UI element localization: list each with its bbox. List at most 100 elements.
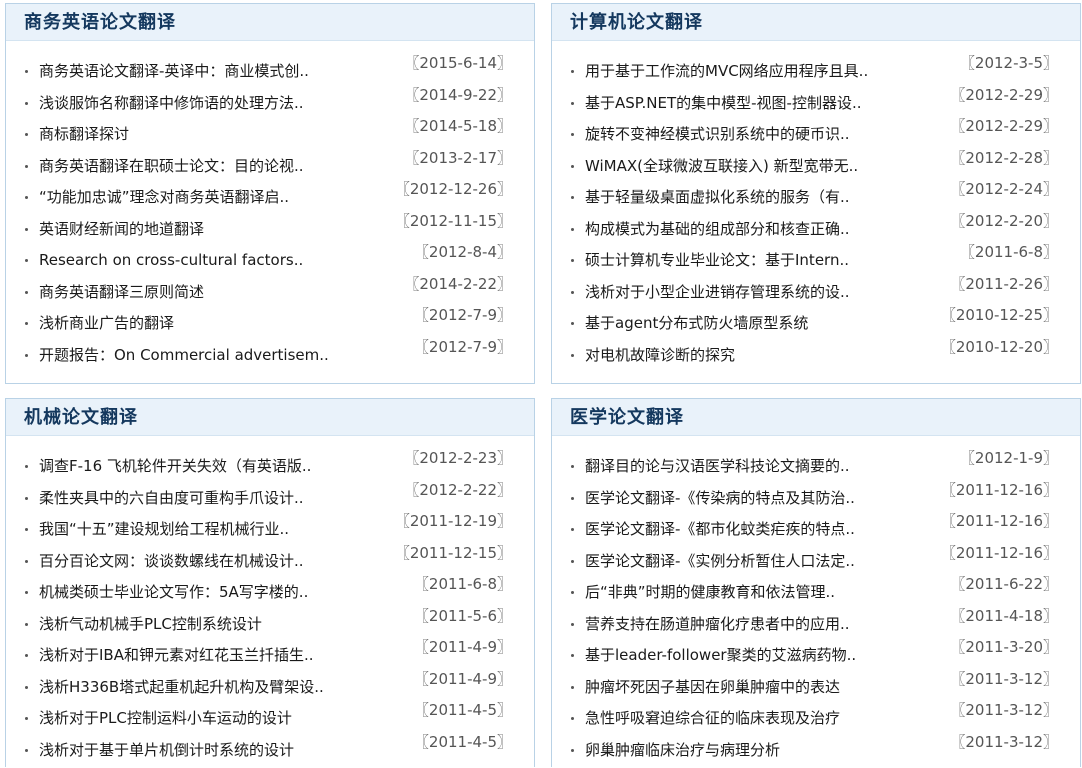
panel-title[interactable]: 机械论文翻译 — [24, 407, 138, 428]
article-link[interactable]: 旋转不变神经模式识别系统中的硬币识.. — [585, 123, 850, 145]
article-link[interactable]: 开题报告：On Commercial advertisem.. — [39, 344, 329, 366]
article-date: 〖2012-2-23〗 — [404, 447, 512, 469]
list-item: 开题报告：On Commercial advertisem..〖2012-7-9… — [6, 342, 534, 374]
article-date: 〖2010-12-20〗 — [941, 336, 1058, 358]
bullet-icon — [571, 654, 574, 657]
article-date: 〖2011-12-16〗 — [941, 479, 1058, 501]
bullet-icon — [571, 686, 574, 689]
article-date: 〖2014-5-18〗 — [404, 115, 512, 137]
article-link[interactable]: 商务英语翻译三原则简述 — [39, 281, 204, 303]
panel-computer: 计算机论文翻译 用于基于工作流的MVC网络应用程序且具..〖2012-3-5〗基… — [551, 3, 1081, 384]
bullet-icon — [571, 749, 574, 752]
article-link[interactable]: 肿瘤坏死因子基因在卵巢肿瘤中的表达 — [585, 676, 840, 698]
article-date: 〖2011-12-16〗 — [941, 542, 1058, 564]
article-date: 〖2012-2-28〗 — [950, 147, 1058, 169]
article-link[interactable]: 营养支持在肠道肿瘤化疗患者中的应用.. — [585, 613, 850, 635]
bullet-icon — [25, 354, 28, 357]
article-link[interactable]: 卵巢肿瘤临床治疗与病理分析 — [585, 739, 780, 761]
bullet-icon — [571, 528, 574, 531]
bullet-icon — [25, 322, 28, 325]
article-link[interactable]: 商务英语论文翻译-英译中：商业模式创.. — [39, 60, 309, 82]
bullet-icon — [571, 623, 574, 626]
panel-title[interactable]: 医学论文翻译 — [570, 407, 684, 428]
bullet-icon — [571, 228, 574, 231]
article-link[interactable]: 医学论文翻译-《传染病的特点及其防治.. — [585, 487, 855, 509]
article-date: 〖2012-3-5〗 — [960, 52, 1058, 74]
article-link[interactable]: 用于基于工作流的MVC网络应用程序且具.. — [585, 60, 868, 82]
article-list: 商务英语论文翻译-英译中：商业模式创..〖2015-6-14〗浅谈服饰名称翻译中… — [6, 58, 534, 373]
article-link[interactable]: 硕士计算机专业毕业论文：基于Intern.. — [585, 249, 849, 271]
article-link[interactable]: 后“非典”时期的健康教育和依法管理.. — [585, 581, 835, 603]
article-link[interactable]: 调查F-16 飞机轮件开关失效（有英语版.. — [39, 455, 311, 477]
article-date: 〖2011-12-15〗 — [395, 542, 512, 564]
article-link[interactable]: 对电机故障诊断的探究 — [585, 344, 735, 366]
article-date: 〖2012-12-26〗 — [395, 178, 512, 200]
article-link[interactable]: 医学论文翻译-《实例分析暂住人口法定.. — [585, 550, 855, 572]
article-date: 〖2011-6-8〗 — [414, 573, 512, 595]
article-link[interactable]: 基于agent分布式防火墙原型系统 — [585, 312, 808, 334]
article-link[interactable]: 浅析对于小型企业进销存管理系统的设.. — [585, 281, 850, 303]
article-link[interactable]: 构成模式为基础的组成部分和核查正确.. — [585, 218, 850, 240]
article-link[interactable]: 医学论文翻译-《都市化蚊类疟疾的特点.. — [585, 518, 855, 540]
article-link[interactable]: 我国“十五”建设规划给工程机械行业.. — [39, 518, 289, 540]
bullet-icon — [571, 196, 574, 199]
article-link[interactable]: 浅析对于PLC控制运料小车运动的设计 — [39, 707, 292, 729]
article-link[interactable]: 浅析商业广告的翻译 — [39, 312, 174, 334]
article-link[interactable]: 浅析气动机械手PLC控制系统设计 — [39, 613, 262, 635]
article-date: 〖2011-2-26〗 — [950, 273, 1058, 295]
article-link[interactable]: 英语财经新闻的地道翻译 — [39, 218, 204, 240]
panel-header: 商务英语论文翻译 — [6, 4, 534, 41]
bullet-icon — [571, 70, 574, 73]
bullet-icon — [25, 165, 28, 168]
bullet-icon — [25, 465, 28, 468]
article-date: 〖2011-12-16〗 — [941, 510, 1058, 532]
bullet-icon — [571, 497, 574, 500]
bullet-icon — [25, 591, 28, 594]
article-link[interactable]: 急性呼吸窘迫综合征的临床表现及治疗 — [585, 707, 840, 729]
bullet-icon — [25, 228, 28, 231]
article-link[interactable]: WiMAX(全球微波互联接入) 新型宽带无.. — [585, 155, 858, 177]
bullet-icon — [25, 560, 28, 563]
article-link[interactable]: 基于ASP.NET的集中模型-视图-控制器设.. — [585, 92, 861, 114]
article-date: 〖2010-12-25〗 — [941, 304, 1058, 326]
bullet-icon — [571, 560, 574, 563]
panel-title[interactable]: 商务英语论文翻译 — [24, 12, 176, 33]
article-date: 〖2012-2-22〗 — [404, 479, 512, 501]
article-link[interactable]: 基于轻量级桌面虚拟化系统的服务（有.. — [585, 186, 850, 208]
article-link[interactable]: 浅析对于IBA和钾元素对红花玉兰扦插生.. — [39, 644, 314, 666]
panel-title[interactable]: 计算机论文翻译 — [570, 12, 703, 33]
bullet-icon — [571, 259, 574, 262]
article-link[interactable]: 浅析H336B塔式起重机起升机构及臂架设.. — [39, 676, 324, 698]
article-link[interactable]: 商务英语翻译在职硕士论文：目的论视.. — [39, 155, 304, 177]
article-link[interactable]: 机械类硕士毕业论文写作：5A写字楼的.. — [39, 581, 308, 603]
bullet-icon — [25, 259, 28, 262]
bullet-icon — [25, 497, 28, 500]
article-list: 用于基于工作流的MVC网络应用程序且具..〖2012-3-5〗基于ASP.NET… — [552, 58, 1080, 373]
list-item: 卵巢肿瘤临床治疗与病理分析〖2011-3-12〗 — [552, 737, 1080, 768]
article-link[interactable]: 柔性夹具中的六自由度可重构手爪设计.. — [39, 487, 304, 509]
list-item: 浅析对于基于单片机倒计时系统的设计〖2011-4-5〗 — [6, 737, 534, 768]
bullet-icon — [571, 133, 574, 136]
article-date: 〖2015-6-14〗 — [404, 52, 512, 74]
article-link[interactable]: 百分百论文网：谈谈数螺线在机械设计.. — [39, 550, 304, 572]
article-date: 〖2011-3-12〗 — [950, 731, 1058, 753]
bullet-icon — [25, 749, 28, 752]
article-date: 〖2011-4-18〗 — [950, 605, 1058, 627]
panel-header: 计算机论文翻译 — [552, 4, 1080, 41]
article-link[interactable]: 基于leader-follower聚类的艾滋病药物.. — [585, 644, 856, 666]
bullet-icon — [571, 165, 574, 168]
bullet-icon — [571, 102, 574, 105]
article-date: 〖2011-12-19〗 — [395, 510, 512, 532]
bullet-icon — [571, 322, 574, 325]
article-link[interactable]: 翻译目的论与汉语医学科技论文摘要的.. — [585, 455, 850, 477]
article-link[interactable]: 浅析对于基于单片机倒计时系统的设计 — [39, 739, 294, 761]
article-link[interactable]: “功能加忠诚”理念对商务英语翻译启.. — [39, 186, 289, 208]
article-date: 〖2012-2-20〗 — [950, 210, 1058, 232]
article-list: 调查F-16 飞机轮件开关失效（有英语版..〖2012-2-23〗柔性夹具中的六… — [6, 453, 534, 768]
article-date: 〖2012-7-9〗 — [414, 304, 512, 326]
article-link[interactable]: 浅谈服饰名称翻译中修饰语的处理方法.. — [39, 92, 304, 114]
article-date: 〖2011-6-8〗 — [960, 241, 1058, 263]
list-item: 对电机故障诊断的探究〖2010-12-20〗 — [552, 342, 1080, 374]
article-link[interactable]: 商标翻译探讨 — [39, 123, 129, 145]
article-link[interactable]: Research on cross-cultural factors.. — [39, 249, 303, 271]
